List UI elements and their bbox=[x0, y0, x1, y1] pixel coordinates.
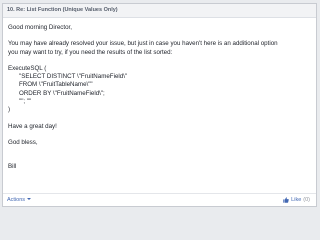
code-line: ORDER BY \"FruitNameField\"; bbox=[19, 89, 105, 97]
code-line: "SELECT DISTINCT \"FruitNameField\" bbox=[19, 73, 128, 81]
thumbs-up-icon bbox=[283, 197, 289, 203]
closing-line: Have a great day! bbox=[8, 122, 57, 130]
post-title: 10. Re: List Function (Unique Values Onl… bbox=[3, 4, 316, 18]
greeting: Good morning Director, bbox=[8, 24, 72, 31]
like-count: (0) bbox=[303, 197, 310, 203]
code-line: ExecuteSQL ( bbox=[8, 64, 47, 72]
actions-dropdown-button[interactable]: Actions bbox=[7, 194, 32, 206]
reply-post: 10. Re: List Function (Unique Values Onl… bbox=[2, 3, 317, 207]
code-block: ExecuteSQL ( "SELECT DISTINCT \"FruitNam… bbox=[8, 65, 312, 115]
post-body: Good morning Director, You may have alre… bbox=[3, 18, 316, 172]
closing-line: God bless, bbox=[8, 138, 38, 146]
like-button[interactable]: Like (0) bbox=[283, 194, 310, 206]
paragraph-line-2: you may want to try, if you need the res… bbox=[8, 48, 173, 56]
post-footer: Actions Like (0) bbox=[3, 193, 316, 206]
signature: Bill bbox=[8, 163, 17, 171]
code-line: FROM \"FruitTableName\"" bbox=[19, 81, 93, 89]
actions-label: Actions bbox=[7, 197, 26, 203]
chevron-down-icon bbox=[27, 198, 32, 200]
code-line: ) bbox=[8, 106, 11, 114]
like-label: Like bbox=[291, 197, 302, 203]
code-line: ""; "" bbox=[19, 98, 32, 106]
paragraph-line-1: You may have already resolved your issue… bbox=[8, 40, 278, 48]
